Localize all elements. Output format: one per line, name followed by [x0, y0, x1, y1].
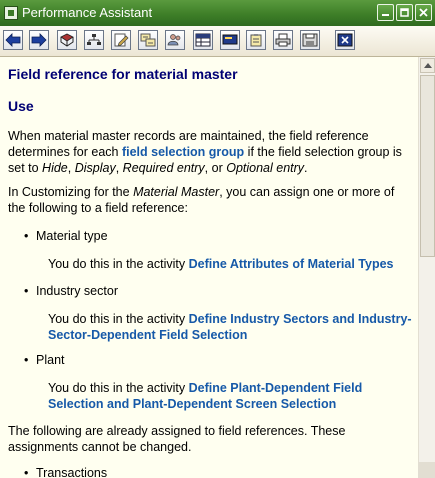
page-title: Field reference for material master — [8, 66, 238, 82]
scrollbar-thumb[interactable] — [420, 75, 435, 257]
vertical-scrollbar[interactable] — [418, 57, 435, 478]
print-button[interactable] — [273, 30, 293, 50]
list-item-transactions: Transactions — [24, 465, 107, 478]
minimize-icon — [382, 14, 389, 16]
structure-icon — [87, 34, 101, 45]
book-icon — [60, 33, 74, 47]
save-button[interactable] — [300, 30, 320, 50]
paragraph-already-assigned: The following are already assigned to fi… — [8, 424, 346, 454]
list-item-plant: Plant — [24, 352, 64, 368]
users-button[interactable] — [165, 30, 185, 50]
book-button[interactable] — [57, 30, 77, 50]
save-icon — [302, 33, 318, 47]
scroll-up-button[interactable] — [420, 58, 435, 73]
edit-icon — [114, 33, 129, 47]
clipboard-button[interactable] — [246, 30, 266, 50]
back-button[interactable] — [3, 30, 23, 50]
activity-text-material-type: You do this in the activity Define Attri… — [48, 257, 394, 271]
table-button[interactable] — [193, 30, 213, 50]
forward-button[interactable] — [29, 30, 49, 50]
app-icon — [4, 6, 18, 20]
list-item-material-type: Material type — [24, 228, 107, 244]
users-icon — [167, 34, 181, 46]
screen-button[interactable] — [220, 30, 240, 50]
title-bar[interactable]: Performance Assistant — [0, 0, 435, 26]
exit-button[interactable] — [335, 30, 355, 50]
maximize-icon — [400, 8, 409, 17]
print-icon — [275, 33, 291, 47]
edit-button[interactable] — [111, 30, 131, 50]
chevron-up-icon — [423, 63, 432, 68]
back-arrow-icon — [5, 33, 21, 47]
minimize-button[interactable] — [377, 4, 394, 21]
scrollbar-corner — [418, 462, 435, 478]
close-button[interactable] — [415, 4, 432, 21]
section-heading-use: Use — [8, 98, 34, 114]
technical-info-icon — [140, 33, 156, 47]
forward-arrow-icon — [31, 33, 47, 47]
close-icon — [419, 8, 428, 17]
table-icon — [195, 33, 211, 47]
exit-icon — [337, 33, 353, 47]
activity-text-industry-sector: You do this in the activity Define Indus… — [48, 312, 412, 342]
clipboard-icon — [250, 34, 262, 47]
screen-icon — [222, 34, 238, 45]
performance-assistant-window: Performance Assistant Field reference fo… — [0, 0, 435, 478]
paragraph-customizing: In Customizing for the Material Master, … — [8, 185, 395, 215]
link-field-selection-group[interactable]: field selection group — [122, 145, 244, 159]
toolbar — [0, 26, 435, 79]
structure-button[interactable] — [84, 30, 104, 50]
link-define-attributes-material-types[interactable]: Define Attributes of Material Types — [189, 257, 394, 271]
technical-info-button[interactable] — [138, 30, 158, 50]
maximize-button[interactable] — [396, 4, 413, 21]
window-title: Performance Assistant — [22, 5, 153, 20]
paragraph-field-reference: When material master records are maintai… — [8, 129, 402, 175]
help-content: Field reference for material master Use … — [0, 57, 418, 478]
activity-text-plant: You do this in the activity Define Plant… — [48, 381, 363, 411]
list-item-industry-sector: Industry sector — [24, 283, 118, 299]
